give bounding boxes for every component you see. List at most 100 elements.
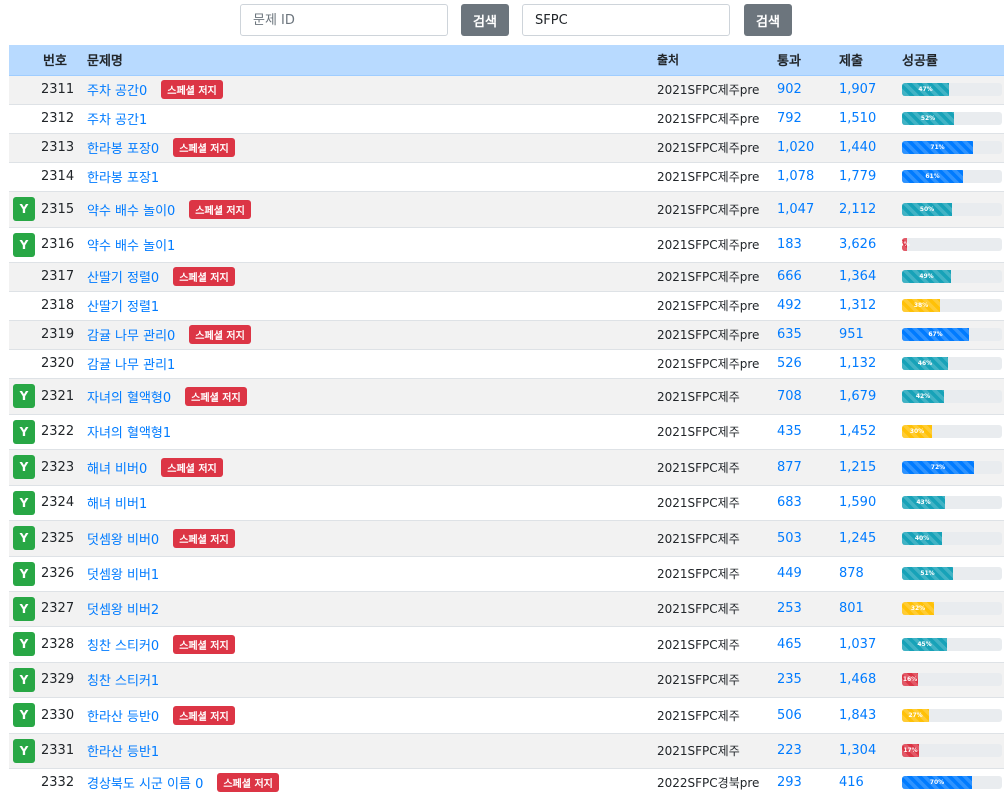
accepted-link[interactable]: 635 — [777, 327, 802, 342]
submitted-link[interactable]: 1,679 — [839, 389, 876, 404]
problem-title-link[interactable]: 한라산 등반0 — [87, 710, 159, 725]
submitted-link[interactable]: 1,440 — [839, 140, 876, 155]
source-cell[interactable]: 2021SFPC제주 — [657, 590, 777, 626]
submitted-link[interactable]: 1,364 — [839, 269, 876, 284]
source-cell[interactable]: 2021SFPC제주pre — [657, 190, 777, 227]
problem-title-link[interactable]: 한라봉 포장0 — [87, 142, 159, 157]
search-button-id[interactable]: 검색 — [461, 4, 509, 36]
problem-title-link[interactable]: 산딸기 정렬0 — [87, 271, 159, 286]
submitted-link[interactable]: 1,510 — [839, 111, 876, 126]
accepted-link[interactable]: 183 — [777, 237, 802, 252]
source-cell[interactable]: 2022SFPC경북pre — [657, 767, 777, 797]
table-row[interactable]: Y 2321 자녀의 혈액형0 스페셜 저지 2021SFPC제주 708 1,679 42% — [9, 377, 1004, 414]
problem-title-link[interactable]: 주차 공간0 — [87, 84, 147, 99]
accepted-link[interactable]: 902 — [777, 82, 802, 97]
source-cell[interactable]: 2021SFPC제주pre — [657, 161, 777, 191]
source-cell[interactable]: 2021SFPC제주pre — [657, 132, 777, 162]
source-cell[interactable]: 2021SFPC제주 — [657, 732, 777, 768]
submitted-link[interactable]: 1,037 — [839, 637, 876, 652]
accepted-link[interactable]: 877 — [777, 460, 802, 475]
source-cell[interactable]: 2021SFPC제주 — [657, 413, 777, 449]
header-rate[interactable]: 성공률 — [902, 45, 1004, 76]
submitted-link[interactable]: 1,452 — [839, 424, 876, 439]
table-row[interactable]: 2317 산딸기 정렬0 스페셜 저지 2021SFPC제주pre 666 1,364 49… — [9, 261, 1004, 291]
source-cell[interactable]: 2021SFPC제주pre — [657, 290, 777, 320]
submitted-link[interactable]: 2,112 — [839, 202, 876, 217]
accepted-link[interactable]: 1,047 — [777, 202, 814, 217]
problem-title-link[interactable]: 경상북도 시군 이름 0 — [87, 777, 203, 792]
search-button-source[interactable]: 검색 — [744, 4, 792, 36]
submitted-link[interactable]: 1,215 — [839, 460, 876, 475]
table-row[interactable]: Y 2324 해녀 비버1 2021SFPC제주 683 1,590 43% — [9, 484, 1004, 520]
table-row[interactable]: Y 2330 한라산 등반0 스페셜 저지 2021SFPC제주 506 1,843 27% — [9, 696, 1004, 733]
source-cell[interactable]: 2021SFPC제주pre — [657, 319, 777, 349]
table-row[interactable]: Y2316약수 배수 놀이1 2021SFPC제주pre183 3,626 5% — [9, 226, 1004, 262]
table-row[interactable]: 2318 산딸기 정렬1 2021SFPC제주pre 492 1,312 38% — [9, 290, 1004, 320]
problem-title-link[interactable]: 산딸기 정렬1 — [87, 300, 159, 315]
accepted-link[interactable]: 492 — [777, 298, 802, 313]
submitted-link[interactable]: 1,312 — [839, 298, 876, 313]
submitted-link[interactable]: 878 — [839, 566, 864, 581]
table-row[interactable]: 2313 한라봉 포장0 스페셜 저지 2021SFPC제주pre 1,020 1,440… — [9, 132, 1004, 162]
source-cell[interactable]: 2021SFPC제주 — [657, 696, 777, 733]
table-row[interactable]: 2314 한라봉 포장1 2021SFPC제주pre 1,078 1,779 61% — [9, 161, 1004, 191]
problem-title-link[interactable]: 해녀 비버1 — [87, 497, 147, 512]
accepted-link[interactable]: 506 — [777, 708, 802, 723]
submitted-link[interactable]: 1,843 — [839, 708, 876, 723]
problem-title-link[interactable]: 감귤 나무 관리0 — [87, 329, 175, 344]
source-search-input[interactable] — [522, 4, 730, 36]
accepted-link[interactable]: 449 — [777, 566, 802, 581]
accepted-link[interactable]: 253 — [777, 601, 802, 616]
header-submitted[interactable]: 제출 — [839, 45, 902, 76]
problem-title-link[interactable]: 덧셈왕 비버2 — [87, 603, 159, 618]
accepted-link[interactable]: 1,078 — [777, 169, 814, 184]
header-accepted[interactable]: 통과 — [777, 45, 839, 76]
accepted-link[interactable]: 293 — [777, 775, 802, 790]
problem-title-link[interactable]: 칭찬 스티커0 — [87, 639, 159, 654]
header-title[interactable]: 문제명 — [87, 45, 657, 76]
submitted-link[interactable]: 1,468 — [839, 672, 876, 687]
table-row[interactable]: Y 2331 한라산 등반1 2021SFPC제주 223 1,304 17% — [9, 732, 1004, 768]
accepted-link[interactable]: 708 — [777, 389, 802, 404]
source-cell[interactable]: 2021SFPC제주pre — [657, 74, 777, 104]
submitted-link[interactable]: 951 — [839, 327, 864, 342]
table-row[interactable]: 2320 감귤 나무 관리1 2021SFPC제주pre 526 1,132 46% — [9, 348, 1004, 378]
header-id[interactable]: 번호 — [41, 45, 87, 76]
accepted-link[interactable]: 235 — [777, 672, 802, 687]
problem-title-link[interactable]: 덧셈왕 비버1 — [87, 568, 159, 583]
table-row[interactable]: Y 2325 덧셈왕 비버0 스페셜 저지 2021SFPC제주 503 1,245 40% — [9, 519, 1004, 556]
accepted-link[interactable]: 435 — [777, 424, 802, 439]
table-row[interactable]: 2312 주차 공간1 2021SFPC제주pre 792 1,510 52% — [9, 103, 1004, 133]
table-row[interactable]: 2319 감귤 나무 관리0 스페셜 저지 2021SFPC제주pre 635 951 67… — [9, 319, 1004, 349]
submitted-link[interactable]: 1,304 — [839, 743, 876, 758]
source-cell[interactable]: 2021SFPC제주 — [657, 519, 777, 556]
source-cell[interactable]: 2021SFPC제주pre — [657, 103, 777, 133]
header-source[interactable]: 출처 — [657, 45, 777, 76]
submitted-link[interactable]: 1,245 — [839, 531, 876, 546]
problem-title-link[interactable]: 감귤 나무 관리1 — [87, 358, 175, 373]
source-cell[interactable]: 2021SFPC제주 — [657, 484, 777, 520]
problem-title-link[interactable]: 덧셈왕 비버0 — [87, 533, 159, 548]
accepted-link[interactable]: 503 — [777, 531, 802, 546]
problem-title-link[interactable]: 한라산 등반1 — [87, 745, 159, 760]
problem-title-link[interactable]: 자녀의 혈액형1 — [87, 426, 171, 441]
accepted-link[interactable]: 666 — [777, 269, 802, 284]
source-cell[interactable]: 2021SFPC제주 — [657, 661, 777, 697]
problem-title-link[interactable]: 칭찬 스티커1 — [87, 674, 159, 689]
accepted-link[interactable]: 526 — [777, 356, 802, 371]
source-cell[interactable]: 2021SFPC제주pre — [657, 226, 777, 262]
table-row[interactable]: Y 2329 칭찬 스티커1 2021SFPC제주 235 1,468 16% — [9, 661, 1004, 697]
table-row[interactable]: Y 2322 자녀의 혈액형1 2021SFPC제주 435 1,452 30% — [9, 413, 1004, 449]
table-row[interactable]: Y 2315 약수 배수 놀이0 스페셜 저지 2021SFPC제주pre 1,047 2,… — [9, 190, 1004, 227]
table-row[interactable]: Y 2328 칭찬 스티커0 스페셜 저지 2021SFPC제주 465 1,037 45% — [9, 625, 1004, 662]
submitted-link[interactable]: 801 — [839, 601, 864, 616]
problem-title-link[interactable]: 주차 공간1 — [87, 113, 147, 128]
source-cell[interactable]: 2021SFPC제주pre — [657, 348, 777, 378]
source-cell[interactable]: 2021SFPC제주 — [657, 555, 777, 591]
submitted-link[interactable]: 3,626 — [839, 237, 876, 252]
accepted-link[interactable]: 683 — [777, 495, 802, 510]
table-row[interactable]: 2311 주차 공간0 스페셜 저지 2021SFPC제주pre 902 1,907 47% — [9, 74, 1004, 104]
problem-title-link[interactable]: 자녀의 혈액형0 — [87, 391, 171, 406]
table-row[interactable]: 2332 경상북도 시군 이름 0 스페셜 저지 2022SFPC경북pre 293 41… — [9, 767, 1004, 797]
problem-id-input[interactable] — [240, 4, 448, 36]
